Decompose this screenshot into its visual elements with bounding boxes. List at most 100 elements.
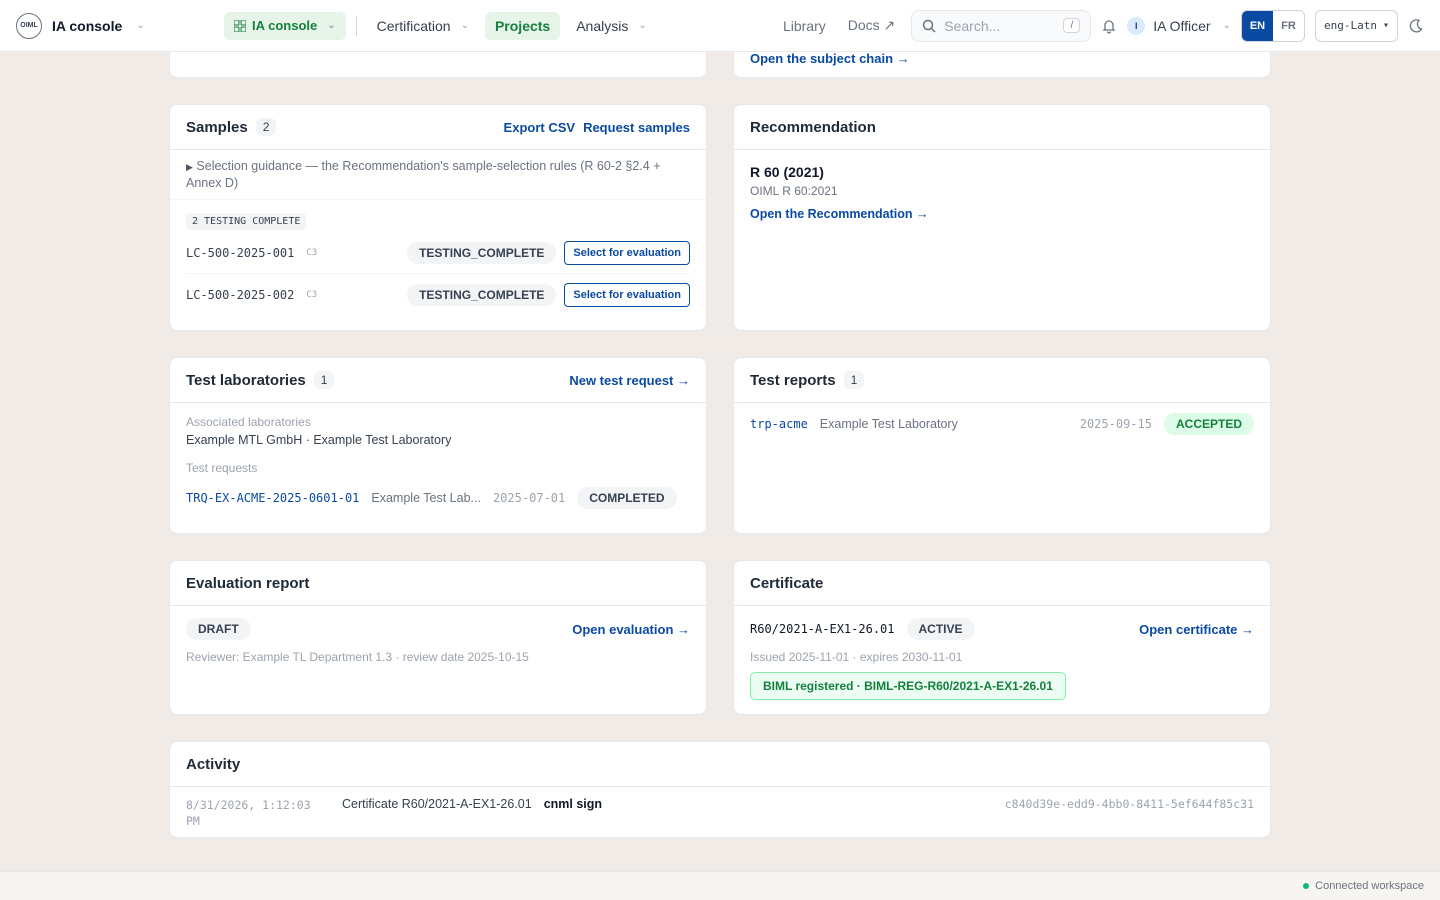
user-menu[interactable]: I IA Officer ⌄ <box>1127 16 1231 35</box>
certificate-meta: Issued 2025-11-01 · expires 2030-11-01 <box>750 650 963 664</box>
nav-analysis-label: Analysis <box>576 17 629 34</box>
connection-status-text: Connected workspace <box>1315 880 1424 892</box>
selection-guidance[interactable]: ▶ Selection guidance — the Recommendatio… <box>170 150 706 200</box>
chevron-down-icon: ▾ <box>1382 20 1389 31</box>
select-for-evaluation-button[interactable]: Select for evaluation <box>564 282 690 307</box>
script-value: eng-Latn <box>1323 19 1377 32</box>
evaluation-report-card: Evaluation report DRAFT Open evaluation … <box>169 560 707 715</box>
test-request-id[interactable]: TRQ-EX-ACME-2025-0601-01 <box>186 491 359 505</box>
activity-row: 8/31/2026, 1:12:03 PM Certificate R60/20… <box>170 787 1270 837</box>
associated-labs-label: Associated laboratories <box>186 415 311 429</box>
test-request-date: 2025-07-01 <box>492 491 566 505</box>
main-nav: IA console ⌄ Certification ⌄ Projects An… <box>224 11 657 40</box>
labs-count: 1 <box>313 371 335 389</box>
sample-class: C3 <box>306 248 318 258</box>
docs-link[interactable]: Docs ↗ <box>842 17 902 34</box>
test-report-date: 2025-09-15 <box>1079 417 1152 431</box>
test-report-id[interactable]: trp-acme <box>750 417 808 431</box>
certificate-status: ACTIVE <box>906 618 975 640</box>
samples-card: Samples 2 Export CSV Request samples ▶ S… <box>169 104 707 331</box>
certificate-title: Certificate <box>750 574 824 592</box>
open-evaluation-link[interactable]: Open evaluation → <box>572 622 690 637</box>
library-link[interactable]: Library <box>777 18 832 34</box>
test-reports-card: Test reports 1 trp-acme Example Test Lab… <box>733 357 1271 534</box>
activity-time-line1: 8/31/2026, 1:12:03 <box>186 798 311 812</box>
sample-status: TESTING_COMPLETE <box>407 242 557 264</box>
reports-count: 1 <box>843 371 865 389</box>
evaluation-title: Evaluation report <box>186 574 310 592</box>
subject-chain-link[interactable]: Open the subject chain → <box>750 51 910 66</box>
recommendation-name: R 60 (2021) <box>750 164 824 180</box>
guidance-text: Selection guidance — the Recommendation'… <box>186 159 661 190</box>
lang-en-button[interactable]: EN <box>1241 10 1273 41</box>
bell-icon[interactable] <box>1101 18 1117 34</box>
user-name: IA Officer <box>1153 17 1211 34</box>
nav-divider <box>355 15 357 36</box>
recommendation-ref: OIML R 60:2021 <box>750 184 838 198</box>
biml-registered-badge: BIML registered · BIML-REG-R60/2021-A-EX… <box>750 672 1066 700</box>
chevron-down-icon: ⌄ <box>327 20 336 31</box>
chevron-down-icon: ⌄ <box>460 20 469 31</box>
evaluation-meta: Reviewer: Example TL Department 1.3 · re… <box>186 650 529 664</box>
moon-icon[interactable] <box>1408 18 1424 34</box>
nav-projects[interactable]: Projects <box>484 11 561 40</box>
test-request-row[interactable]: TRQ-EX-ACME-2025-0601-01 Example Test La… <box>186 487 690 509</box>
open-recommendation-link[interactable]: Open the Recommendation → <box>750 207 929 221</box>
sample-row: LC-500-2025-001 C3 TESTING_COMPLETE Sele… <box>186 233 690 274</box>
samples-count: 2 <box>255 118 277 136</box>
console-switcher[interactable]: IA console ⌄ <box>224 11 346 40</box>
nav-certification[interactable]: Certification ⌄ <box>367 12 479 40</box>
sample-class: C3 <box>306 289 318 300</box>
activity-action: cnml sign <box>543 797 603 811</box>
evaluation-status: DRAFT <box>186 618 251 640</box>
search-input[interactable]: Search... / <box>911 9 1092 42</box>
recommendation-title: Recommendation <box>750 118 876 136</box>
brand[interactable]: OIML IA console ⌄ <box>16 12 224 39</box>
avatar: I <box>1127 16 1146 35</box>
disclosure-triangle-icon: ▶ <box>186 162 193 172</box>
external-link-icon: ↗ <box>883 17 896 33</box>
certificate-card: Certificate R60/2021-A-EX1-26.01 ACTIVE … <box>733 560 1271 715</box>
sample-id: LC-500-2025-001 <box>186 246 295 260</box>
docs-label: Docs <box>847 17 880 33</box>
samples-title: Samples <box>186 118 248 136</box>
activity-subject: Certificate R60/2021-A-EX1-26.01 <box>342 797 532 811</box>
search-placeholder: Search... <box>944 17 1001 34</box>
chevron-down-icon: ⌄ <box>136 20 145 31</box>
status-footer: Connected workspace <box>0 871 1440 900</box>
sample-status: TESTING_COMPLETE <box>407 283 557 306</box>
certificate-id: R60/2021-A-EX1-26.01 <box>750 622 895 636</box>
recommendation-card: Recommendation R 60 (2021) OIML R 60:202… <box>733 104 1271 331</box>
open-certificate-link[interactable]: Open certificate → <box>1139 622 1254 637</box>
test-request-lab: Example Test Lab... <box>371 491 481 505</box>
brand-name: IA console <box>52 17 123 34</box>
test-requests-label: Test requests <box>186 461 258 475</box>
script-select[interactable]: eng-Latn ▾ <box>1314 9 1398 42</box>
test-report-lab: Example Test Laboratory <box>819 417 958 431</box>
console-label: IA console <box>252 18 318 33</box>
reports-title: Test reports <box>750 371 836 389</box>
associated-labs-value: Example MTL GmbH · Example Test Laborato… <box>186 433 452 447</box>
sample-id: LC-500-2025-002 <box>186 287 295 302</box>
chevron-down-icon: ⌄ <box>1222 20 1231 31</box>
nav-certification-label: Certification <box>376 17 451 34</box>
activity-uuid: c840d39e-edd9-4bb0-8411-5ef644f85c31 <box>1004 797 1254 811</box>
grid-icon <box>234 19 246 32</box>
activity-time-line2: PM <box>186 814 200 828</box>
activity-time: 8/31/2026, 1:12:03 PM <box>186 797 318 829</box>
oiml-logo: OIML <box>16 12 42 39</box>
labs-title: Test laboratories <box>186 371 306 389</box>
select-for-evaluation-button[interactable]: Select for evaluation <box>564 241 690 265</box>
nav-analysis[interactable]: Analysis ⌄ <box>566 12 657 40</box>
lang-fr-button[interactable]: FR <box>1273 11 1304 41</box>
nav-projects-label: Projects <box>494 17 551 34</box>
request-samples-button[interactable]: Request samples <box>583 120 690 135</box>
language-toggle: EN FR <box>1240 9 1305 42</box>
test-report-status: ACCEPTED <box>1163 413 1254 435</box>
test-labs-card: Test laboratories 1 New test request → A… <box>169 357 707 534</box>
connection-status-dot <box>1303 883 1310 889</box>
test-report-row[interactable]: trp-acme Example Test Laboratory 2025-09… <box>734 403 1270 445</box>
export-csv-button[interactable]: Export CSV <box>504 120 576 135</box>
search-icon <box>923 19 936 33</box>
new-test-request-button[interactable]: New test request → <box>569 373 690 388</box>
